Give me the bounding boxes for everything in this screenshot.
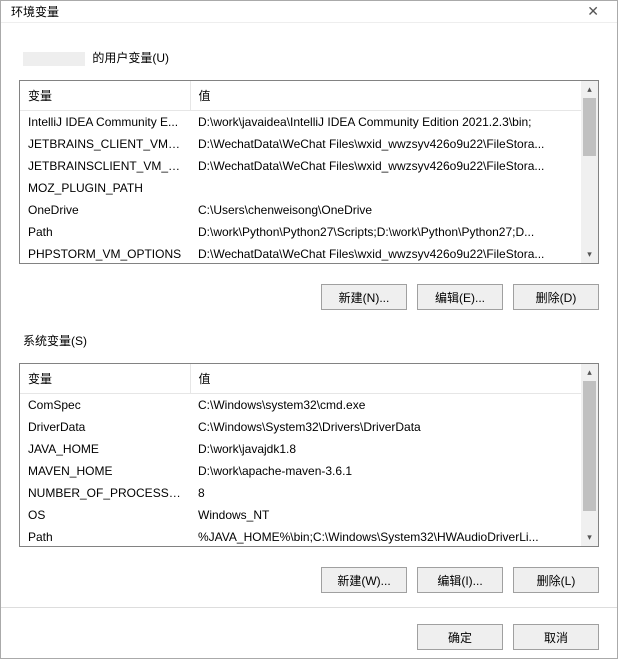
sys-col-value[interactable]: 值	[190, 364, 581, 394]
var-name-cell: JETBRAINS_CLIENT_VM_O...	[20, 133, 190, 155]
user-new-button[interactable]: 新建(N)...	[321, 284, 407, 310]
var-name-cell: Path	[20, 221, 190, 243]
var-value-cell	[190, 177, 581, 199]
table-row[interactable]: JAVA_HOMED:\work\javajdk1.8	[20, 438, 581, 460]
var-value-cell: D:\work\apache-maven-3.6.1	[190, 460, 581, 482]
user-scrollbar[interactable]: ▴ ▾	[581, 81, 598, 263]
sys-col-name[interactable]: 变量	[20, 364, 190, 394]
var-value-cell: C:\Windows\system32\cmd.exe	[190, 394, 581, 417]
var-value-cell: %JAVA_HOME%\bin;C:\Windows\System32\HWAu…	[190, 526, 581, 546]
table-row[interactable]: MOZ_PLUGIN_PATH	[20, 177, 581, 199]
close-icon[interactable]: ✕	[579, 1, 607, 22]
user-edit-button[interactable]: 编辑(E)...	[417, 284, 503, 310]
redacted-username	[23, 52, 85, 66]
table-row[interactable]: OneDriveC:\Users\chenweisong\OneDrive	[20, 199, 581, 221]
table-row[interactable]: OSWindows_NT	[20, 504, 581, 526]
dialog-footer: 确定 取消	[1, 607, 617, 666]
var-value-cell: D:\work\Python\Python27\Scripts;D:\work\…	[190, 221, 581, 243]
var-name-cell: OneDrive	[20, 199, 190, 221]
sys-new-button[interactable]: 新建(W)...	[321, 567, 407, 593]
scroll-up-icon[interactable]: ▴	[581, 364, 598, 381]
var-value-cell: 8	[190, 482, 581, 504]
table-row[interactable]: NUMBER_OF_PROCESSORS8	[20, 482, 581, 504]
sys-delete-button[interactable]: 删除(L)	[513, 567, 599, 593]
var-name-cell: ComSpec	[20, 394, 190, 417]
table-row[interactable]: JETBRAINSCLIENT_VM_O...D:\WechatData\WeC…	[20, 155, 581, 177]
user-vars-table[interactable]: 变量 值 IntelliJ IDEA Community E...D:\work…	[19, 80, 599, 264]
sys-edit-button[interactable]: 编辑(I)...	[417, 567, 503, 593]
var-name-cell: PHPSTORM_VM_OPTIONS	[20, 243, 190, 263]
user-col-value[interactable]: 值	[190, 81, 581, 111]
sys-vars-label: 系统变量(S)	[23, 332, 599, 349]
var-name-cell: DriverData	[20, 416, 190, 438]
table-row[interactable]: Path%JAVA_HOME%\bin;C:\Windows\System32\…	[20, 526, 581, 546]
dialog-body: 的用户变量(U) 变量 值 IntelliJ IDEA Community E.…	[1, 23, 617, 607]
var-name-cell: IntelliJ IDEA Community E...	[20, 111, 190, 134]
table-row[interactable]: DriverDataC:\Windows\System32\Drivers\Dr…	[20, 416, 581, 438]
var-value-cell: D:\WechatData\WeChat Files\wxid_wwzsyv42…	[190, 243, 581, 263]
var-value-cell: D:\WechatData\WeChat Files\wxid_wwzsyv42…	[190, 155, 581, 177]
table-row[interactable]: PHPSTORM_VM_OPTIONSD:\WechatData\WeChat …	[20, 243, 581, 263]
scroll-thumb[interactable]	[583, 381, 596, 511]
scroll-up-icon[interactable]: ▴	[581, 81, 598, 98]
scroll-thumb[interactable]	[583, 98, 596, 156]
sys-scrollbar[interactable]: ▴ ▾	[581, 364, 598, 546]
var-value-cell: D:\work\javaidea\IntelliJ IDEA Community…	[190, 111, 581, 134]
title-bar: 环境变量 ✕	[1, 1, 617, 23]
var-value-cell: C:\Users\chenweisong\OneDrive	[190, 199, 581, 221]
var-value-cell: C:\Windows\System32\Drivers\DriverData	[190, 416, 581, 438]
var-name-cell: OS	[20, 504, 190, 526]
sys-vars-buttons: 新建(W)... 编辑(I)... 删除(L)	[19, 567, 599, 593]
var-value-cell: D:\work\javajdk1.8	[190, 438, 581, 460]
scroll-down-icon[interactable]: ▾	[581, 246, 598, 263]
var-name-cell: MOZ_PLUGIN_PATH	[20, 177, 190, 199]
sys-vars-table[interactable]: 变量 值 ComSpecC:\Windows\system32\cmd.exeD…	[19, 363, 599, 547]
var-name-cell: JETBRAINSCLIENT_VM_O...	[20, 155, 190, 177]
table-row[interactable]: IntelliJ IDEA Community E...D:\work\java…	[20, 111, 581, 134]
scroll-down-icon[interactable]: ▾	[581, 529, 598, 546]
var-name-cell: MAVEN_HOME	[20, 460, 190, 482]
user-vars-label: 的用户变量(U)	[23, 49, 599, 66]
user-delete-button[interactable]: 删除(D)	[513, 284, 599, 310]
var-name-cell: JAVA_HOME	[20, 438, 190, 460]
var-name-cell: Path	[20, 526, 190, 546]
window-title: 环境变量	[11, 3, 59, 20]
table-row[interactable]: ComSpecC:\Windows\system32\cmd.exe	[20, 394, 581, 417]
table-row[interactable]: PathD:\work\Python\Python27\Scripts;D:\w…	[20, 221, 581, 243]
user-col-name[interactable]: 变量	[20, 81, 190, 111]
table-row[interactable]: JETBRAINS_CLIENT_VM_O...D:\WechatData\We…	[20, 133, 581, 155]
var-name-cell: NUMBER_OF_PROCESSORS	[20, 482, 190, 504]
var-value-cell: Windows_NT	[190, 504, 581, 526]
ok-button[interactable]: 确定	[417, 624, 503, 650]
env-vars-dialog: 环境变量 ✕ 的用户变量(U) 变量 值 IntelliJ IDEA Commu…	[0, 0, 618, 659]
var-value-cell: D:\WechatData\WeChat Files\wxid_wwzsyv42…	[190, 133, 581, 155]
table-row[interactable]: MAVEN_HOMED:\work\apache-maven-3.6.1	[20, 460, 581, 482]
user-vars-buttons: 新建(N)... 编辑(E)... 删除(D)	[19, 284, 599, 310]
cancel-button[interactable]: 取消	[513, 624, 599, 650]
